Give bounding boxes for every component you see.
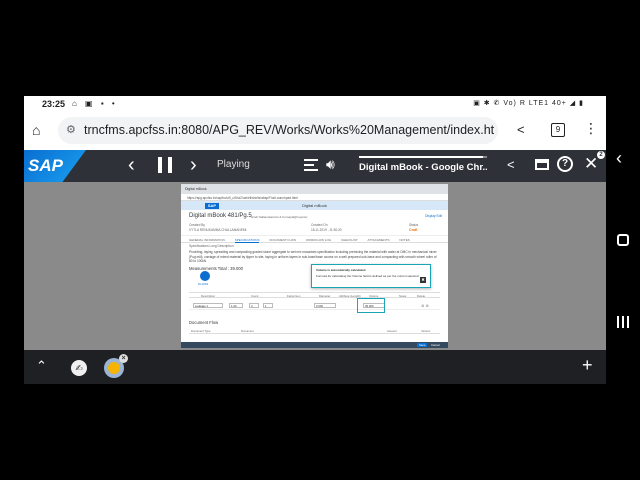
doc-save-button[interactable]: Save [417, 343, 428, 347]
popover-close-button[interactable]: ✖ [420, 277, 426, 283]
row-diameter[interactable]: 0.000 [314, 303, 336, 308]
col-description: Description [201, 294, 215, 298]
popover-title: Volume is automatically calculated [316, 268, 366, 272]
chevron-up-icon[interactable]: ⌃ [36, 358, 47, 374]
next-button[interactable]: › [190, 154, 197, 177]
doc-object-header: Digital mBook 481/Pg.5 Hindi Nallamalaco… [181, 210, 448, 236]
tab-document-flow[interactable]: DOCUMENT FLOW [269, 238, 296, 242]
spec-text: Providing, laying, spreading and compact… [189, 250, 437, 263]
overflow-menu-icon[interactable]: ⋮ [584, 120, 598, 137]
tab-attachments[interactable]: ATTACHMENTS [367, 238, 389, 242]
system-status-icons: ▣ ✱ ✆ Vo) R LTE1 40+ ◢ ▮ [473, 100, 584, 107]
highlight-box [357, 298, 385, 313]
progress-fill [359, 156, 484, 158]
pause-button[interactable] [158, 157, 172, 173]
measurement-icon[interactable] [200, 271, 210, 281]
sap-logo: SAP [24, 150, 86, 182]
status-bar: 23:25 ⌂ ▣ ▪ • ▣ ✱ ✆ Vo) R LTE1 40+ ◢ ▮ [24, 96, 606, 112]
app-icon-1[interactable]: ✍ [71, 360, 87, 376]
close-app-icon[interactable]: × [119, 354, 128, 363]
doc-title: Digital mBook 481/Pg.5 [189, 213, 252, 219]
doc-status: Status Craft [409, 223, 419, 232]
media-title: Digital mBook - Google Chr... [359, 162, 487, 173]
row-qty[interactable]: 1 [263, 303, 273, 308]
close-icon[interactable]: ✕ [584, 154, 598, 174]
recorded-document: Digital mBook https://apg.apcfss.in/sap/… [181, 184, 448, 348]
doc-shell-title: Digital mBook [302, 203, 327, 208]
tab-switcher-button[interactable]: 9 [551, 123, 565, 137]
doc-cancel-button[interactable]: Cancel [429, 343, 442, 347]
doc-shell-bar: SAP Digital mBook [181, 201, 448, 210]
recents-icon[interactable] [617, 316, 629, 328]
site-info-icon[interactable]: ⚙ [66, 123, 76, 136]
home-nav-icon[interactable] [617, 234, 629, 246]
tab-notes[interactable]: NOTES [399, 238, 409, 242]
notification-icons: ⌂ ▣ ▪ • [72, 99, 118, 108]
col-notes: Notes [399, 294, 407, 298]
doc-subtitle: Hindi Nallamalacodu & Kumapal@reporter [251, 215, 308, 219]
notification-badge: 2 [597, 151, 605, 159]
add-icon[interactable]: + [582, 355, 593, 376]
tab-specifications[interactable]: SPECIFICATIONS [234, 238, 260, 243]
doc-footer: Save Cancel [181, 342, 448, 348]
col-delete: Delete [417, 294, 426, 298]
info-popover: Volume is automatically calculated Formu… [311, 264, 431, 288]
popover-text: Formula for calculating the Volume field… [316, 274, 419, 278]
doc-window-tab: Digital mBook [181, 184, 448, 194]
doc-created-on: Created On 18.11.2019 , 11:50:30 [311, 223, 342, 232]
row-description[interactable]: Leakage 1 [193, 303, 223, 308]
app-icon-2[interactable]: × [104, 354, 128, 378]
progress-bar[interactable] [359, 156, 487, 158]
col-diameter: Diameter [319, 294, 331, 298]
doc-created-by: Created By VYTLA RENUKAMMA CHALLAMANEMI [189, 223, 247, 232]
player-share-icon[interactable]: < [507, 157, 515, 172]
url-field[interactable]: ⚙ trncfms.apcfss.in:8080/APG_REV/Works/W… [58, 117, 498, 144]
home-icon[interactable]: ⌂ [32, 122, 48, 138]
status-time: 23:25 [42, 99, 66, 109]
playback-status: Playing [217, 159, 250, 170]
tab-workflow-log[interactable]: WORKFLOW LOG [306, 238, 331, 242]
table-row: Leakage 1 1.00 3 1 0.000 39.000 ⊗ ⊗ [189, 302, 440, 310]
phone-window: 23:25 ⌂ ▣ ▪ • ▣ ✱ ✆ Vo) R LTE1 40+ ◢ ▮ ⌂… [24, 96, 606, 384]
doc-actions[interactable]: Display Edit [425, 214, 442, 218]
volume-icon[interactable]: 🔊︎ [326, 156, 335, 173]
android-nav-bar: ‹ [606, 96, 640, 384]
tab-general[interactable]: GENERAL INFORMATION [189, 238, 225, 242]
picture-in-picture-icon[interactable] [535, 159, 549, 170]
back-icon[interactable]: ‹ [616, 148, 622, 169]
doc-url: https://apg.apcfss.in/sap/bc/ui5_ui5/ui2… [181, 194, 448, 201]
playlist-icon[interactable] [304, 159, 318, 171]
measurement-icon-label: M-1001 [198, 282, 209, 286]
col-factor: Factor/Len [287, 294, 301, 298]
measurement-table-header: Description Count Factor/Len Diameter At… [189, 292, 440, 298]
row-count[interactable]: 1.00 [229, 303, 243, 308]
row-delete-icon[interactable]: ⊗ ⊗ [421, 303, 429, 308]
share-icon[interactable]: < [517, 122, 525, 137]
help-icon[interactable]: ? [557, 156, 573, 172]
previous-button[interactable]: ‹ [128, 154, 135, 177]
tab-checklist[interactable]: CHECKLIST [341, 238, 358, 242]
document-flow-header: Document Type Document Amount Version [189, 329, 440, 334]
video-content-area: Digital mBook https://apg.apcfss.in/sap/… [24, 182, 606, 350]
document-flow-title: Document Flow [189, 320, 219, 325]
media-player-bar: SAP ‹ › Playing 🔊︎ Digital mBook - Googl… [24, 150, 606, 182]
row-factor[interactable]: 3 [249, 303, 259, 308]
doc-tab-bar: GENERAL INFORMATION SPECIFICATIONS DOCUM… [181, 236, 448, 243]
col-count: Count [251, 294, 259, 298]
url-text[interactable]: trncfms.apcfss.in:8080/APG_REV/Works/Wor… [84, 123, 494, 137]
bottom-taskbar: ⌃ ✍ × + [24, 350, 606, 384]
browser-address-bar: ⌂ ⚙ trncfms.apcfss.in:8080/APG_REV/Works… [24, 112, 606, 150]
